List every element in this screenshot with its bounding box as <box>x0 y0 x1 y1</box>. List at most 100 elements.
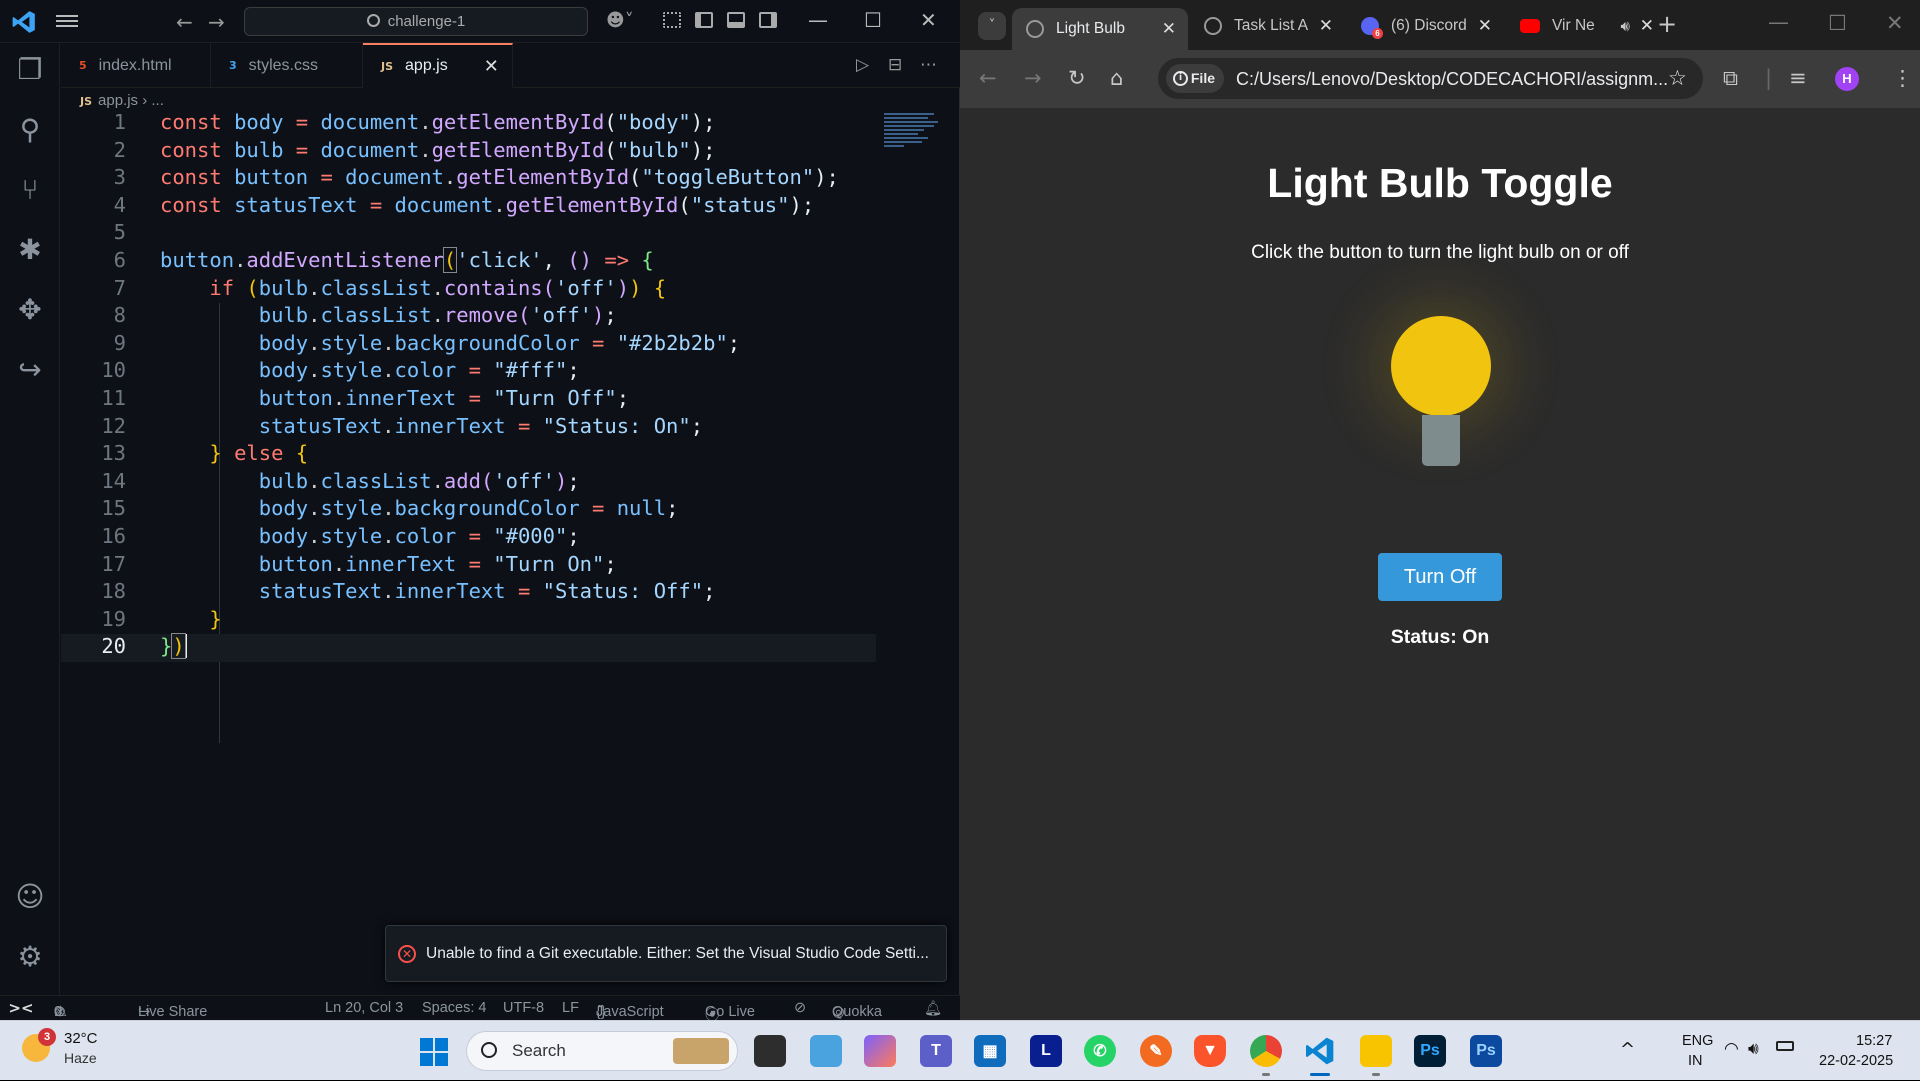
photoshop-alt-app-icon[interactable]: Ps <box>1470 1035 1502 1067</box>
forward-arrow-icon[interactable]: → <box>208 10 225 34</box>
photoshop-app-icon[interactable]: Ps <box>1414 1035 1446 1067</box>
copilot-app-icon[interactable] <box>864 1035 896 1067</box>
input-language[interactable]: ENG <box>1682 1033 1713 1049</box>
toggle-panel-icon[interactable] <box>727 12 745 28</box>
split-editor-icon[interactable]: ⊟ <box>888 55 902 75</box>
close-tab-icon[interactable]: ✕ <box>1319 16 1333 36</box>
eye-off-icon[interactable]: ⊘ <box>794 1000 806 1016</box>
store-app-icon[interactable]: ▦ <box>974 1035 1006 1067</box>
clock-time[interactable]: 15:27 <box>1856 1033 1892 1049</box>
close-tab-icon[interactable]: ✕ <box>1162 19 1176 39</box>
wifi-icon[interactable]: ◠ <box>1724 1039 1739 1059</box>
git-error-notification[interactable]: ✕ Unable to find a Git executable. Either… <box>385 925 947 982</box>
copilot-icon[interactable]: ☻˅ <box>606 10 634 31</box>
code-line-current: 20}) <box>61 633 876 662</box>
tab-index-html[interactable]: 5 index.html <box>61 43 211 88</box>
input-region[interactable]: IN <box>1688 1053 1703 1069</box>
task-view-icon[interactable] <box>754 1035 786 1067</box>
bookmark-star-icon[interactable]: ☆ <box>1668 66 1687 90</box>
tab-youtube[interactable]: Vir Ne 🔊︎ ✕ <box>1506 8 1666 44</box>
forward-arrow-icon[interactable]: → <box>1024 66 1042 90</box>
live-share-icon[interactable]: ↪ <box>13 352 47 386</box>
widgets-app-icon[interactable] <box>810 1035 842 1067</box>
globe-icon <box>1204 17 1222 35</box>
brave-app-icon[interactable]: ▼ <box>1194 1035 1226 1067</box>
taskbar-search[interactable]: Search <box>466 1031 738 1071</box>
notifications-bell-icon[interactable]: 🔔︎ <box>924 1000 942 1017</box>
close-icon[interactable]: ✕ <box>920 8 937 32</box>
breadcrumb-rest[interactable]: ... <box>151 92 164 109</box>
close-tab-icon[interactable]: ✕ <box>1478 16 1492 36</box>
pen-app-icon[interactable]: ✎ <box>1140 1035 1172 1067</box>
chevron-up-icon[interactable]: ^ <box>1620 1039 1635 1060</box>
source-control-icon[interactable]: ⑂ <box>13 172 47 206</box>
profile-avatar[interactable]: H <box>1835 67 1859 91</box>
debug-icon[interactable]: ✱ <box>13 232 47 266</box>
line-ending[interactable]: LF <box>562 1000 579 1016</box>
code-editor[interactable]: 1 const body = document.getElementById("b… <box>61 110 881 743</box>
back-arrow-icon[interactable]: ← <box>176 10 193 34</box>
back-arrow-icon[interactable]: ← <box>979 66 997 90</box>
chrome-app-icon[interactable] <box>1250 1035 1282 1076</box>
code-line: 9 body.style.backgroundColor = "#2b2b2b"… <box>61 331 881 359</box>
command-center-search[interactable]: challenge-1 <box>244 7 588 36</box>
extensions-puzzle-icon[interactable]: ⧉ <box>1723 66 1738 91</box>
audio-playing-icon[interactable]: 🔊︎ <box>1621 17 1630 35</box>
extensions-icon[interactable]: ✥ <box>13 292 47 326</box>
l-app-icon[interactable]: L <box>1030 1035 1062 1067</box>
more-actions-icon[interactable]: ⋯ <box>920 55 937 75</box>
battery-icon[interactable] <box>1776 1041 1794 1051</box>
tab-label: styles.css <box>248 56 318 74</box>
explorer-icon[interactable]: ❐ <box>13 52 47 86</box>
account-icon[interactable]: ☺ <box>13 879 47 913</box>
toggle-button[interactable]: Turn Off <box>1378 553 1502 601</box>
new-tab-icon[interactable]: + <box>1657 10 1677 38</box>
maximize-icon[interactable]: ☐ <box>864 8 882 32</box>
code-text: body.style.color = "#fff"; <box>258 358 580 383</box>
settings-gear-icon[interactable]: ⚙ <box>13 939 47 973</box>
teams-app-icon[interactable]: T <box>920 1035 952 1067</box>
tab-app-js[interactable]: JS app.js ✕ <box>363 43 513 88</box>
tab-title: Vir Ne <box>1552 17 1595 34</box>
kebab-menu-icon[interactable]: ⋮ <box>1892 66 1913 90</box>
notification-text: Unable to find a Git executable. Either:… <box>426 944 929 962</box>
tab-search-icon[interactable]: ˅ <box>978 12 1006 40</box>
menu-icon[interactable] <box>56 12 78 30</box>
tab-light-bulb[interactable]: Light Bulb ✕ <box>1012 8 1188 50</box>
indentation[interactable]: Spaces: 4 <box>422 1000 487 1016</box>
remote-icon[interactable]: >< <box>0 996 42 1021</box>
start-button[interactable] <box>420 1038 448 1066</box>
site-info-chip[interactable]: i File <box>1166 64 1224 93</box>
file-explorer-app-icon[interactable] <box>1360 1035 1392 1076</box>
close-tab-icon[interactable]: ✕ <box>484 56 499 77</box>
vscode-app-icon[interactable] <box>1304 1035 1336 1076</box>
search-highlight-image <box>673 1038 729 1064</box>
breadcrumb-file[interactable]: app.js <box>98 92 138 109</box>
close-icon[interactable]: ✕ <box>1886 11 1904 35</box>
address-bar[interactable]: i File C:/Users/Lenovo/Desktop/CODECACHOR… <box>1158 58 1703 99</box>
customize-layout-icon[interactable] <box>663 12 681 28</box>
reload-icon[interactable]: ↻ <box>1068 66 1086 90</box>
code-line: 13 } else { <box>61 441 881 469</box>
media-queue-icon[interactable]: ≡ <box>1789 66 1807 90</box>
home-icon[interactable]: ⌂ <box>1110 66 1123 90</box>
encoding[interactable]: UTF-8 <box>503 1000 544 1016</box>
volume-icon[interactable]: 🔊︎ <box>1748 1039 1759 1059</box>
close-tab-icon[interactable]: ✕ <box>1640 16 1654 36</box>
toggle-secondary-sidebar-icon[interactable] <box>759 12 777 28</box>
search-icon[interactable]: ⚲ <box>13 112 47 146</box>
maximize-icon[interactable]: ☐ <box>1828 11 1847 35</box>
tab-styles-css[interactable]: 3 styles.css <box>211 43 363 88</box>
whatsapp-app-icon[interactable]: ✆ <box>1084 1035 1116 1067</box>
code-text: button.addEventListener('click', () => { <box>160 246 654 273</box>
minimize-icon[interactable]: — <box>808 8 828 32</box>
tab-task-list[interactable]: Task List A ✕ <box>1190 8 1345 44</box>
line-number: 19 <box>101 606 126 631</box>
clock-date[interactable]: 22-02-2025 <box>1819 1053 1893 1069</box>
minimize-icon[interactable]: — <box>1768 10 1789 34</box>
tab-discord[interactable]: 6 (6) Discord ✕ <box>1347 8 1504 44</box>
toggle-sidebar-icon[interactable] <box>695 12 713 28</box>
cursor-position[interactable]: Ln 20, Col 3 <box>325 1000 403 1016</box>
minimap[interactable] <box>884 113 940 153</box>
run-icon[interactable]: ▷ <box>856 55 869 75</box>
